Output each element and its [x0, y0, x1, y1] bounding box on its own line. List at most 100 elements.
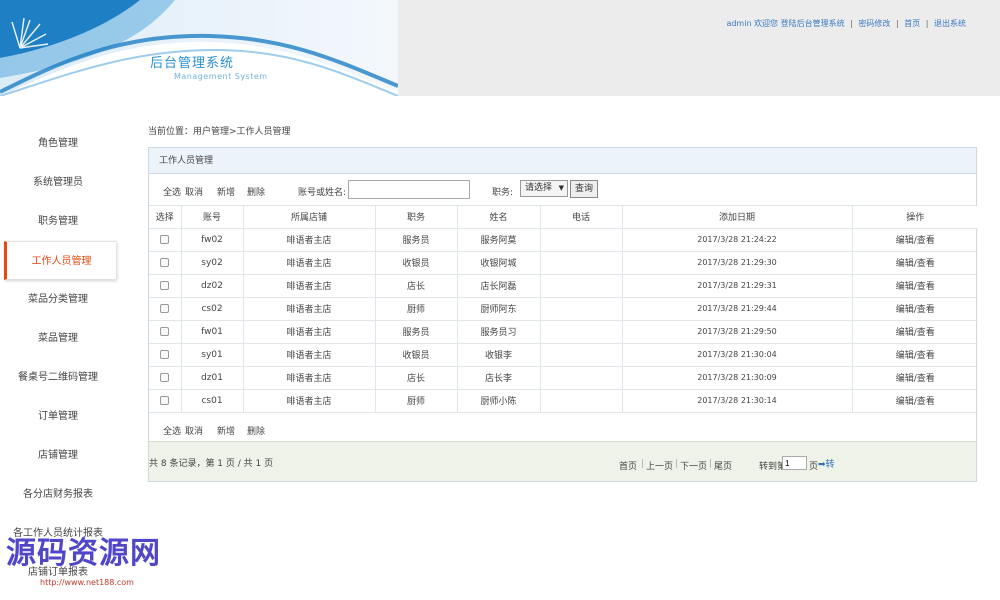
select-all-button[interactable]: 全选 [163, 185, 181, 198]
sidebar-item-branch-finance[interactable]: 各分店财务报表 [0, 475, 116, 514]
welcome-text: admin 欢迎您 登陆后台管理系统 [726, 19, 845, 28]
phone-cell [539, 319, 623, 344]
edit-view-link[interactable]: 编辑/查看 [851, 273, 978, 298]
watermark-text: 源码资源网 [6, 536, 161, 571]
row-checkbox[interactable] [160, 395, 170, 405]
role-label: 职务: [492, 188, 514, 198]
store-cell: 啡语者主店 [242, 388, 376, 413]
phone-cell [539, 227, 623, 252]
add-button[interactable]: 新增 [217, 424, 235, 437]
row-checkbox[interactable] [160, 303, 170, 313]
column-header-role: 职务 [374, 206, 458, 229]
role-select[interactable]: 请选择 ▼ [520, 180, 568, 197]
next-page-link[interactable]: 下一页 [680, 459, 707, 472]
sidebar-item-positions[interactable]: 职务管理 [0, 202, 116, 241]
edit-view-link[interactable]: 编辑/查看 [851, 227, 978, 252]
row-checkbox[interactable] [160, 326, 170, 336]
home-link[interactable]: 首页 [904, 19, 920, 28]
add-button[interactable]: 新增 [217, 185, 235, 198]
sidebar-item-dish-categories[interactable]: 菜品分类管理 [0, 280, 116, 319]
query-button[interactable]: 查询 [570, 180, 598, 198]
delete-button[interactable]: 删除 [247, 424, 265, 437]
row-select-cell [149, 250, 182, 275]
store-cell: 啡语者主店 [242, 319, 376, 344]
store-cell: 啡语者主店 [242, 342, 376, 367]
row-checkbox[interactable] [160, 372, 170, 382]
brand-subtitle: Management System [174, 72, 268, 81]
account-cell: dz01 [180, 365, 244, 390]
name-cell: 厨师小陈 [456, 388, 541, 413]
store-cell: 啡语者主店 [242, 296, 376, 321]
wave-logo-graphic [0, 0, 398, 96]
row-checkbox[interactable] [160, 257, 170, 267]
select-all-button[interactable]: 全选 [163, 424, 181, 437]
column-header-actions: 操作 [851, 206, 978, 229]
bottom-actions: 全选 取消 新增 删除 [149, 413, 976, 445]
search-input[interactable] [348, 180, 470, 199]
edit-view-link[interactable]: 编辑/查看 [851, 365, 978, 390]
account-cell: cs02 [180, 296, 244, 321]
table-row: sy01 啡语者主店 收银员 收银李 2017/3/28 21:30:04 编辑… [149, 342, 978, 367]
cancel-button[interactable]: 取消 [185, 185, 203, 198]
sidebar-item-staff[interactable]: 工作人员管理 [4, 241, 116, 280]
table-header-row: 选择 账号 所属店铺 职务 姓名 电话 添加日期 操作 [149, 206, 978, 229]
delete-button[interactable]: 删除 [247, 185, 265, 198]
first-page-link[interactable]: 首页 [619, 459, 637, 472]
staff-table: 选择 账号 所属店铺 职务 姓名 电话 添加日期 操作 fw02 啡语者主店 服… [149, 206, 978, 413]
account-cell: dz02 [180, 273, 244, 298]
edit-view-link[interactable]: 编辑/查看 [851, 319, 978, 344]
date-cell: 2017/3/28 21:30:04 [621, 342, 853, 367]
last-page-link[interactable]: 尾页 [714, 459, 732, 472]
row-checkbox[interactable] [160, 349, 170, 359]
sidebar-item-stores[interactable]: 店铺管理 [0, 436, 116, 475]
store-cell: 啡语者主店 [242, 250, 376, 275]
cancel-button[interactable]: 取消 [185, 424, 203, 437]
toolbar: 全选 取消 新增 删除 账号或姓名: 职务: 请选择 ▼ 查询 [149, 174, 976, 206]
date-cell: 2017/3/28 21:29:44 [621, 296, 853, 321]
edit-view-link[interactable]: 编辑/查看 [851, 250, 978, 275]
role-cell: 服务员 [374, 227, 458, 252]
role-cell: 店长 [374, 365, 458, 390]
table-row: dz01 啡语者主店 店长 店长李 2017/3/28 21:30:09 编辑/… [149, 365, 978, 390]
date-cell: 2017/3/28 21:30:09 [621, 365, 853, 390]
row-select-cell [149, 273, 182, 298]
column-header-phone: 电话 [539, 206, 623, 229]
date-cell: 2017/3/28 21:29:31 [621, 273, 853, 298]
name-cell: 收银阿城 [456, 250, 541, 275]
edit-view-link[interactable]: 编辑/查看 [851, 296, 978, 321]
account-cell: fw01 [180, 319, 244, 344]
top-user-bar: admin 欢迎您 登陆后台管理系统 | 密码修改 | 首页 | 退出系统 [726, 18, 966, 29]
sidebar-item-orders[interactable]: 订单管理 [0, 397, 116, 436]
table-row: fw01 啡语者主店 服务员 服务员习 2017/3/28 21:29:50 编… [149, 319, 978, 344]
watermark: 源码资源网 http://www.net188.com [6, 528, 216, 596]
go-button[interactable]: ➡转 [818, 457, 835, 470]
search-label: 账号或姓名: [298, 188, 347, 198]
account-cell: cs01 [180, 388, 244, 413]
sidebar-item-admins[interactable]: 系统管理员 [0, 163, 116, 202]
row-select-cell [149, 296, 182, 321]
dropdown-caret-icon: ▼ [558, 184, 564, 192]
table-row: fw02 啡语者主店 服务员 服务阿莫 2017/3/28 21:24:22 编… [149, 227, 978, 252]
sidebar-item-roles[interactable]: 角色管理 [0, 124, 116, 163]
page-jump-input[interactable] [782, 456, 807, 470]
column-header-date: 添加日期 [621, 206, 853, 229]
change-password-link[interactable]: 密码修改 [858, 19, 890, 28]
role-cell: 收银员 [374, 250, 458, 275]
separator: | [895, 19, 899, 28]
header-right: admin 欢迎您 登陆后台管理系统 | 密码修改 | 首页 | 退出系统 [398, 0, 1000, 96]
sidebar-item-table-qrcodes[interactable]: 餐桌号二维码管理 [0, 358, 116, 397]
row-checkbox[interactable] [160, 234, 170, 244]
pager-separator: | [675, 459, 679, 469]
logout-link[interactable]: 退出系统 [934, 19, 966, 28]
sidebar-item-dishes[interactable]: 菜品管理 [0, 319, 116, 358]
prev-page-link[interactable]: 上一页 [646, 459, 673, 472]
phone-cell [539, 273, 623, 298]
pagination-bar: 共 8 条记录，第 1 页 / 共 1 页 首页 | 上一页 | 下一页 | 尾… [149, 441, 976, 481]
row-checkbox[interactable] [160, 280, 170, 290]
edit-view-link[interactable]: 编辑/查看 [851, 342, 978, 367]
row-select-cell [149, 227, 182, 252]
edit-view-link[interactable]: 编辑/查看 [851, 388, 978, 413]
store-cell: 啡语者主店 [242, 365, 376, 390]
role-cell: 厨师 [374, 388, 458, 413]
separator: | [850, 19, 853, 28]
